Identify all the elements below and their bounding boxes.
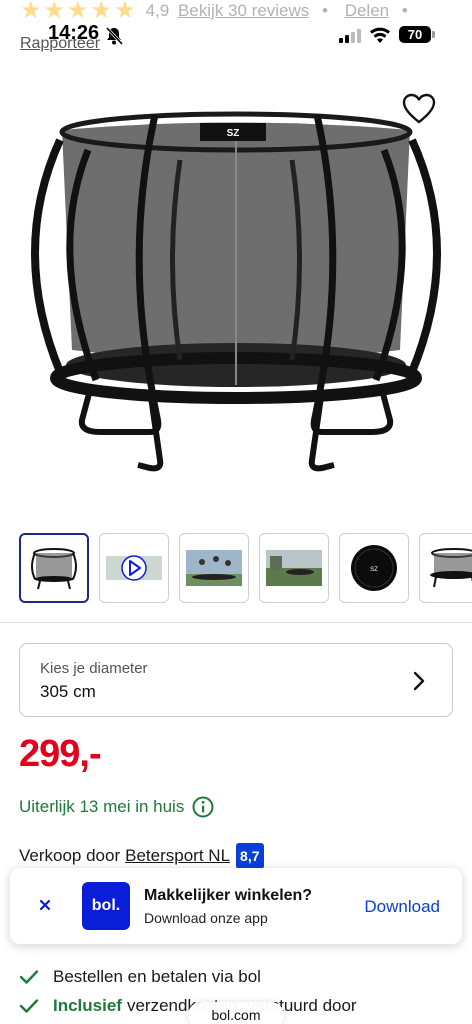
section-divider — [0, 622, 472, 623]
seller-prefix: Verkoop door — [19, 846, 121, 865]
share-link[interactable]: Delen — [345, 1, 389, 20]
seller-score-badge: 8,7 — [236, 843, 264, 869]
star-icon: ★ — [20, 0, 42, 24]
separator-dot: • — [322, 1, 328, 20]
usp-item: Bestellen en betalen via bol — [19, 962, 357, 991]
product-price: 299,- — [19, 733, 102, 775]
delivery-info: Uiterlijk 13 mei in huis — [19, 796, 214, 818]
rating-strip: ★ ★ ★ ★ ★ 4,9 Bekijk 30 reviews • Delen … — [20, 0, 472, 24]
banner-subtitle: Download onze app — [144, 910, 268, 926]
side-view-thumb-icon — [430, 548, 472, 588]
diameter-value: 305 cm — [40, 682, 96, 701]
check-icon — [19, 998, 39, 1013]
usp-text: Bestellen en betalen via bol — [53, 966, 261, 986]
thumbnail-side-view[interactable] — [419, 533, 472, 603]
star-icon: ★ — [114, 0, 136, 24]
thumbnail-video[interactable] — [99, 533, 169, 603]
check-icon — [19, 969, 39, 984]
product-image[interactable]: SZ — [0, 60, 472, 520]
signal-icon — [339, 29, 361, 43]
jumping-thumb-icon — [186, 550, 242, 586]
banner-title: Makkelijker winkelen? — [144, 887, 313, 904]
star-icon: ★ — [67, 0, 89, 24]
delivery-text: Uiterlijk 13 mei in huis — [19, 797, 185, 816]
diameter-selector[interactable]: Kies je diameter 305 cm — [19, 643, 453, 717]
bol-app-logo: bol. — [82, 882, 130, 930]
reviews-link[interactable]: Bekijk 30 reviews — [178, 1, 309, 20]
seller-info: Verkoop door Betersport NL 8,7 — [19, 843, 264, 869]
thumbnail-top-view[interactable]: SZ — [339, 533, 409, 603]
svg-text:SZ: SZ — [227, 128, 240, 139]
rating-summary: 4,9 Bekijk 30 reviews • Delen • — [146, 1, 416, 21]
star-icon: ★ — [43, 0, 66, 24]
close-icon[interactable] — [38, 898, 52, 912]
diameter-label: Kies je diameter — [40, 660, 148, 677]
rating-value: 4,9 — [145, 1, 170, 20]
browser-url-pill[interactable]: bol.com — [188, 1002, 284, 1024]
thumbnail-strip: SZ — [19, 533, 472, 603]
app-download-banner: bol. Makkelijker winkelen? Download onze… — [10, 868, 462, 944]
svg-text:SZ: SZ — [370, 567, 378, 573]
trampoline-thumb-icon — [31, 548, 77, 590]
favorite-heart-icon[interactable] — [402, 93, 436, 125]
garden-thumb-icon — [266, 550, 322, 586]
info-icon[interactable] — [192, 796, 214, 818]
bell-muted-icon — [105, 26, 124, 46]
video-thumb-icon — [106, 555, 162, 581]
download-app-button[interactable]: Download — [364, 897, 440, 917]
top-view-thumb-icon: SZ — [351, 545, 397, 591]
star-icon: ★ — [90, 0, 113, 24]
battery-indicator: 70 — [399, 26, 435, 43]
separator-dot: • — [401, 1, 408, 20]
wifi-icon — [370, 27, 390, 43]
report-link[interactable]: Rapporteer — [20, 35, 100, 53]
chevron-right-icon — [413, 671, 425, 691]
thumbnail-jumping[interactable] — [179, 533, 249, 603]
thumbnail-trampoline[interactable] — [19, 533, 89, 603]
seller-link[interactable]: Betersport NL — [125, 846, 230, 866]
usp-highlight: Inclusief — [53, 995, 122, 1015]
thumbnail-garden[interactable] — [259, 533, 329, 603]
